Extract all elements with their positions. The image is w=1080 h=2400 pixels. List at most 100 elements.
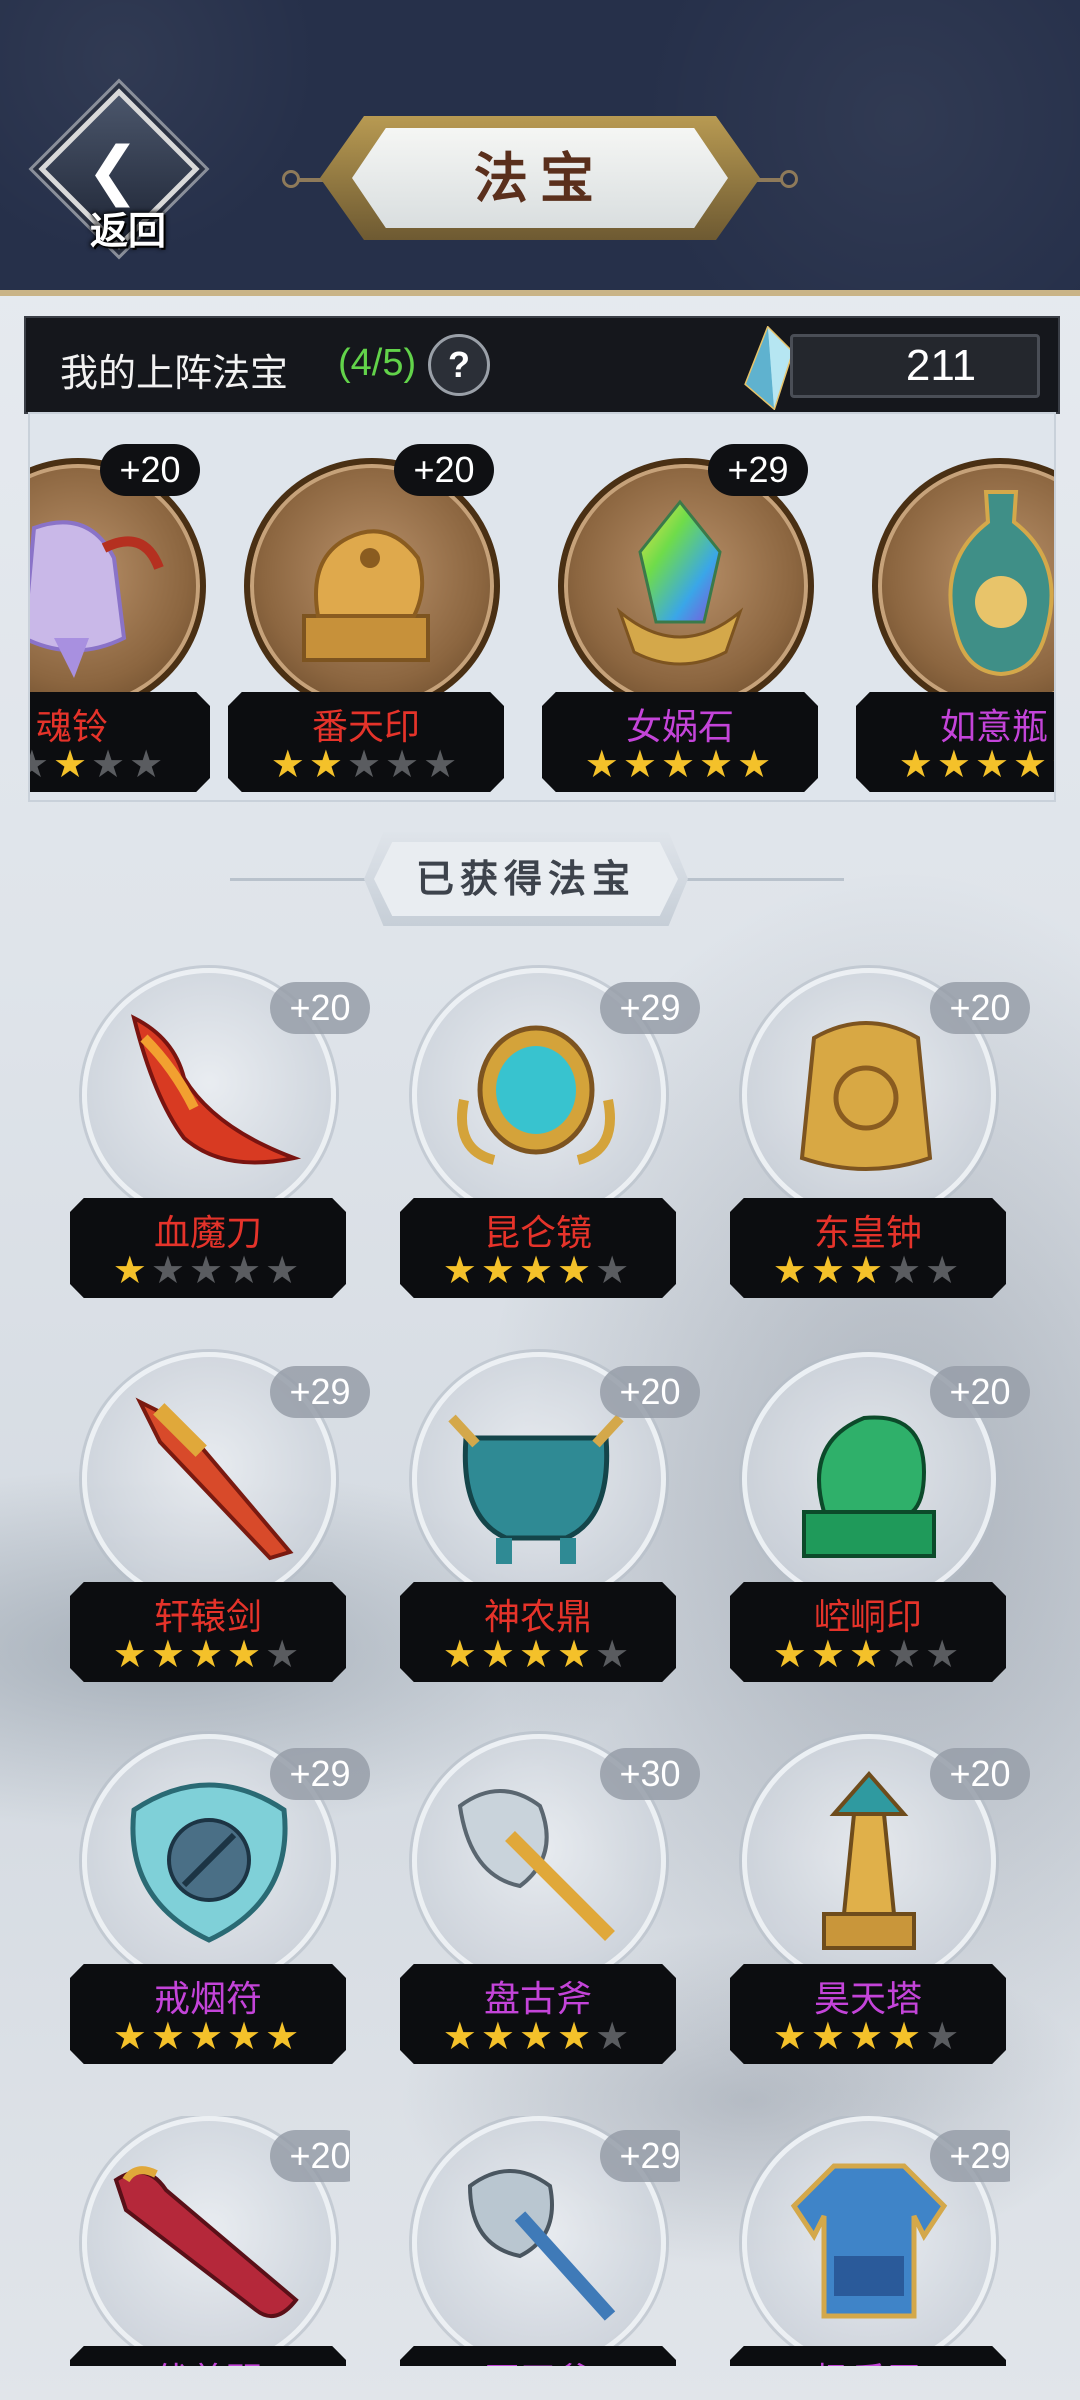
- star-icon: ★: [848, 1634, 888, 1676]
- name-plate: 戒烟符 ★★★★★: [70, 1964, 346, 2064]
- star-icon: ★: [518, 1634, 558, 1676]
- star-icon: ★: [442, 2016, 481, 2058]
- star-rating: ★★★★★: [70, 1632, 346, 1677]
- star-icon: ★: [265, 2016, 304, 2058]
- star-icon: ★: [308, 744, 347, 786]
- star-icon: ★: [898, 744, 937, 786]
- name-plate: 番天印 ★★★★★: [228, 692, 504, 792]
- star-icon: ★: [423, 744, 462, 786]
- owned-item-card[interactable]: +20 昊天塔 ★★★★★: [730, 1734, 1030, 2064]
- currency-box: 211: [790, 334, 1040, 398]
- star-icon: ★: [518, 2016, 558, 2058]
- star-icon: ★: [660, 744, 700, 786]
- name-plate: 开天斧: [400, 2346, 676, 2366]
- level-badge: +20: [100, 444, 200, 496]
- kunlun-mirror-icon: [457, 1025, 615, 1165]
- tower-icon: [822, 1770, 916, 1950]
- name-plate: 东皇钟 ★★★★★: [730, 1198, 1006, 1298]
- owned-item-card[interactable]: +20 崆峒印 ★★★★★: [730, 1352, 1030, 1682]
- star-icon: ★: [1051, 744, 1054, 786]
- star-icon: ★: [595, 1250, 634, 1292]
- star-rating: ★★★★★: [856, 742, 1054, 787]
- star-icon: ★: [1013, 744, 1052, 786]
- star-icon: ★: [188, 1250, 228, 1292]
- name-plate: 昆仑镜 ★★★★★: [400, 1198, 676, 1298]
- star-rating: ★★★★★: [70, 2014, 346, 2059]
- level-badge: +20: [600, 1366, 700, 1418]
- title-ornament-dot-right: [780, 170, 798, 188]
- seal-icon: [302, 529, 430, 662]
- owned-item-card[interactable]: +29 戒烟符 ★★★★★: [70, 1734, 370, 2064]
- star-icon: ★: [112, 1250, 151, 1292]
- deployed-treasures-panel: +20 魂铃 ★★★★★ +20 番天印 ★★★★★: [28, 412, 1056, 802]
- deployed-slot[interactable]: +20 番天印 ★★★★★: [228, 442, 504, 792]
- owned-item-card[interactable]: +29 开天斧: [400, 2116, 680, 2366]
- deployed-summary-bar: 我的上阵法宝 (4/5) ? 211: [24, 316, 1060, 414]
- level-badge: +20: [930, 1366, 1030, 1418]
- zither-icon: [113, 2166, 299, 2319]
- star-icon: ★: [887, 1634, 926, 1676]
- star-icon: ★: [595, 1634, 634, 1676]
- level-badge: +30: [600, 1748, 700, 1800]
- star-icon: ★: [150, 2016, 189, 2058]
- owned-item-card[interactable]: +29 昆仑镜 ★★★★★: [400, 968, 700, 1298]
- star-icon: ★: [925, 1250, 964, 1292]
- star-icon: ★: [188, 1634, 228, 1676]
- help-icon[interactable]: ?: [428, 334, 490, 396]
- level-badge: +20: [930, 1748, 1030, 1800]
- star-icon: ★: [227, 1250, 266, 1292]
- star-icon: ★: [91, 744, 130, 786]
- star-icon: ★: [622, 744, 661, 786]
- star-icon: ★: [772, 1634, 811, 1676]
- star-rating: ★★★★★: [400, 1248, 676, 1293]
- star-icon: ★: [480, 2016, 519, 2058]
- star-rating: ★★★★★: [70, 1248, 346, 1293]
- star-icon: ★: [557, 2016, 596, 2058]
- owned-item-card[interactable]: +20 伏羲琴: [70, 2116, 350, 2366]
- name-plate: 如意瓶 ★★★★★: [856, 692, 1054, 792]
- owned-item-card[interactable]: +30 盘古斧 ★★★★★: [400, 1734, 700, 2064]
- back-label: 返回: [89, 208, 166, 253]
- back-button[interactable]: ❮ 返回: [38, 88, 200, 260]
- star-icon: ★: [265, 1634, 304, 1676]
- star-icon: ★: [772, 2016, 811, 2058]
- deployed-slot[interactable]: +20 魂铃 ★★★★★: [30, 442, 210, 792]
- section-divider-left: [230, 878, 370, 881]
- level-badge: +20: [270, 2130, 350, 2182]
- star-icon: ★: [442, 1634, 481, 1676]
- star-icon: ★: [346, 744, 386, 786]
- name-plate: 伏羲琴: [70, 2346, 346, 2366]
- back-arrow-icon: ❮: [86, 134, 140, 208]
- star-icon: ★: [150, 1250, 189, 1292]
- deployed-slot[interactable]: 如意瓶 ★★★★★: [856, 442, 1054, 792]
- star-icon: ★: [188, 2016, 228, 2058]
- level-badge: +20: [930, 982, 1030, 1034]
- star-icon: ★: [584, 744, 623, 786]
- star-rating: ★★★★★: [730, 1632, 1006, 1677]
- star-icon: ★: [936, 744, 975, 786]
- owned-item-card[interactable]: +29 轩辕剑 ★★★★★: [70, 1352, 370, 1682]
- star-icon: ★: [227, 1634, 266, 1676]
- deployed-count: (4/5): [338, 342, 417, 384]
- armor-icon: [790, 2163, 948, 2319]
- star-rating: ★★★★★: [400, 1632, 676, 1677]
- talisman-icon: [130, 1782, 288, 1943]
- owned-item-card[interactable]: +20 血魔刀 ★★★★★: [70, 968, 370, 1298]
- battle-axe-icon: [467, 2169, 616, 2321]
- owned-item-card[interactable]: +29 极乐甲: [730, 2116, 1010, 2366]
- blood-blade-icon: [131, 1014, 302, 1165]
- bell-icon: [799, 1021, 933, 1171]
- deployed-slot[interactable]: +29 女娲石 ★★★★★: [542, 442, 818, 792]
- name-plate: 魂铃 ★★★★★: [30, 692, 210, 792]
- star-icon: ★: [699, 744, 738, 786]
- star-icon: ★: [227, 2016, 266, 2058]
- item-name: 极乐甲: [730, 2352, 1006, 2366]
- star-icon: ★: [129, 744, 168, 786]
- level-badge: +20: [394, 444, 494, 496]
- owned-item-card[interactable]: +20 东皇钟 ★★★★★: [730, 968, 1030, 1298]
- star-rating: ★★★★★: [400, 2014, 676, 2059]
- owned-item-card[interactable]: +20 神农鼎 ★★★★★: [400, 1352, 700, 1682]
- page-title: 法宝: [474, 146, 606, 210]
- star-icon: ★: [887, 2016, 926, 2058]
- name-plate: 盘古斧 ★★★★★: [400, 1964, 676, 2064]
